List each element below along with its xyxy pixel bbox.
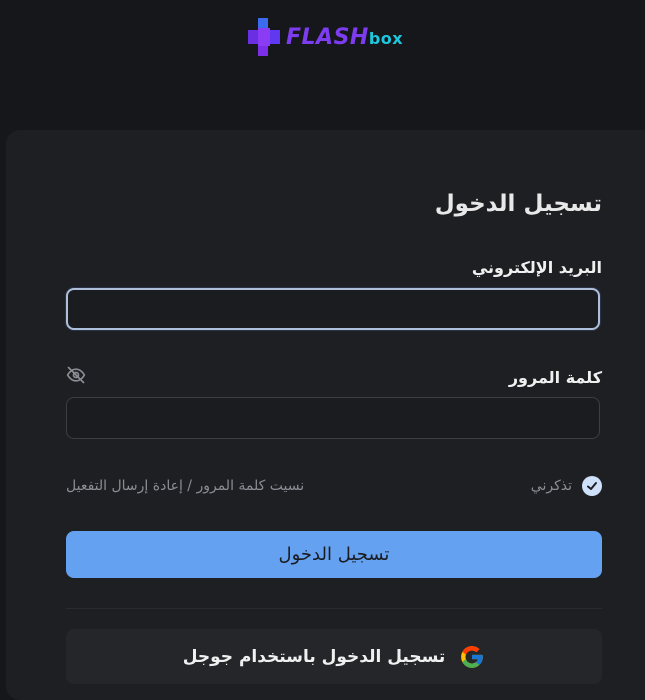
- flashbox-logo[interactable]: FLASHbox: [248, 18, 403, 58]
- google-g-icon: [461, 645, 484, 668]
- check-circle-icon: [582, 476, 602, 496]
- remember-me-label: تذكرني: [530, 478, 572, 494]
- divider: [66, 608, 602, 609]
- logo-text-box: box: [368, 29, 404, 48]
- logo-text: FLASHbox: [286, 27, 403, 49]
- google-login-label: تسجيل الدخول باستخدام جوجل: [182, 646, 446, 667]
- cross-logo-icon: [248, 18, 280, 56]
- password-field[interactable]: [66, 397, 600, 439]
- login-button[interactable]: تسجيل الدخول: [66, 531, 602, 578]
- forgot-password-link[interactable]: نسيت كلمة المرور / إعادة إرسال التفعيل: [66, 478, 304, 494]
- page-title: تسجيل الدخول: [434, 191, 602, 217]
- remember-me-checkbox[interactable]: تذكرني: [531, 476, 602, 496]
- eye-slash-icon[interactable]: [65, 365, 87, 389]
- google-login-button[interactable]: تسجيل الدخول باستخدام جوجل: [66, 629, 602, 684]
- logo-text-flash: FLASH: [286, 25, 369, 50]
- password-label: كلمة المرور: [508, 368, 602, 387]
- email-label: البريد الإلكتروني: [471, 258, 602, 277]
- email-field[interactable]: [66, 288, 600, 330]
